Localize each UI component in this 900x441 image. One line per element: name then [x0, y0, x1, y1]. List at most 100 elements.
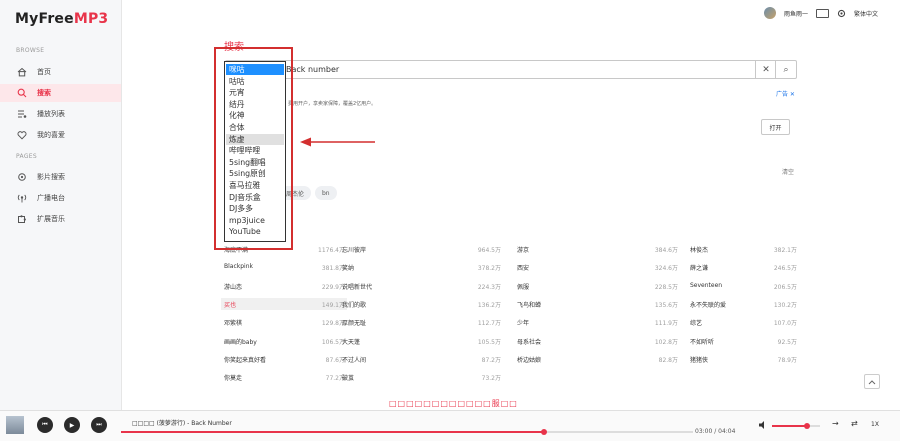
ranking-item-name: 厚颜无耻	[342, 320, 367, 328]
username[interactable]: 雨鱼雨一	[784, 9, 808, 18]
ranking-item[interactable]: 飞鸟和蝉 135.6万	[514, 298, 680, 310]
source-option[interactable]: YouTube	[226, 226, 284, 237]
ranking-item[interactable]: 邓紫棋 129.8万	[221, 316, 347, 328]
sidebar-item-favorites[interactable]: 我的喜爱	[0, 126, 121, 144]
ranking-item-count: 378.2万	[477, 265, 501, 273]
source-option[interactable]: mp3juice	[226, 215, 284, 226]
play-icon: ▶	[69, 421, 75, 429]
playlist-icon	[18, 110, 27, 118]
marquee-text: □□□□□□□□□□□□服□□	[389, 399, 518, 408]
source-option[interactable]: 结丹	[226, 99, 284, 110]
ranking-item-name: 邓紫棋	[224, 320, 243, 328]
volume-icon[interactable]	[758, 420, 768, 430]
play-order-icon[interactable]: →	[832, 419, 839, 428]
ranking-item[interactable]: 母系社会 102.8万	[514, 335, 680, 347]
previous-button[interactable]: ⏮	[37, 417, 53, 433]
settings-gear-icon[interactable]	[837, 9, 846, 18]
ranking-item[interactable]: 我们的歌 136.2万	[339, 298, 503, 310]
ranking-item[interactable]: 忘川彼岸 964.5万	[339, 243, 503, 255]
ranking-item[interactable]: 西安 324.6万	[514, 261, 680, 273]
ranking-item[interactable]: 佩服 228.5万	[514, 280, 680, 292]
source-option[interactable]: 化神	[226, 110, 284, 121]
sidebar-item-label: 我的喜爱	[37, 131, 65, 139]
ranking-item[interactable]: 游京 384.6万	[514, 243, 680, 255]
ranking-item[interactable]: 破茧 73.2万	[339, 371, 503, 383]
ranking-item[interactable]: 猪猪侠 78.9万	[687, 353, 799, 365]
ranking-item[interactable]: 厚颜无耻 112.7万	[339, 316, 503, 328]
ranking-item[interactable]: 买也 149.1万	[221, 297, 347, 310]
now-playing-title: □□□□ (菠萝游行) - Back Number	[132, 420, 232, 427]
ranking-item[interactable]: 你笑起来真好看 87.6万	[221, 353, 347, 365]
ranking-item[interactable]: 你莫走 77.2万	[221, 371, 347, 383]
playback-speed[interactable]: 1X	[871, 421, 879, 428]
ranking-item[interactable]: 不如听听 92.5万	[687, 335, 799, 347]
ranking-item[interactable]: 永不失联的爱 130.2万	[687, 298, 799, 310]
clear-search-button[interactable]: ✕	[755, 61, 776, 78]
ranking-item[interactable]: 海底不满 1176.4万	[221, 243, 347, 255]
ranking-item[interactable]: 少年 111.9万	[514, 316, 680, 328]
ranking-item[interactable]: 综艺 107.0万	[687, 316, 799, 328]
source-option[interactable]: 合体	[226, 122, 284, 133]
ranking-item-name: 买也	[224, 301, 237, 309]
ranking-item[interactable]: 桥边姑娘 82.8万	[514, 353, 680, 365]
ranking-item-count: 92.5万	[777, 338, 797, 346]
progress-bar[interactable]	[121, 429, 693, 435]
source-option[interactable]: 咪咕	[226, 64, 284, 76]
ranking-item[interactable]: 笑纳 378.2万	[339, 261, 503, 273]
ranking-item[interactable]: 不过人间 87.2万	[339, 353, 503, 365]
ranking-item-count: 73.2万	[481, 375, 501, 383]
ranking-item-count: 82.8万	[658, 356, 678, 364]
source-option[interactable]: 炼虚	[226, 133, 284, 145]
next-button[interactable]: ⏭	[91, 417, 107, 433]
sidebar-item-radio[interactable]: 广播电台	[0, 189, 121, 207]
ranking-item[interactable]: 林俊杰 382.1万	[687, 243, 799, 255]
search-input[interactable]	[286, 65, 686, 74]
loop-icon[interactable]: ⇄	[851, 419, 858, 428]
source-option[interactable]: DJ多多	[226, 203, 284, 214]
source-option[interactable]: DJ音乐盒	[226, 192, 284, 203]
history-tag[interactable]: bn	[315, 186, 337, 200]
search-button[interactable]: ⌕	[775, 61, 796, 78]
top-bar: 雨鱼雨一 繁体中文	[763, 6, 878, 20]
ranking-item-name: 母系社会	[517, 338, 542, 346]
ranking-item-name: 西安	[517, 265, 530, 273]
ranking-item[interactable]: 游山恋 229.9万	[221, 280, 347, 292]
keyboard-icon[interactable]	[815, 8, 829, 18]
ranking-item[interactable]: 薛之谦 246.5万	[687, 261, 799, 273]
ranking-item[interactable]: Blackpink 381.8万	[221, 261, 347, 273]
source-option[interactable]: 哔哩哔哩	[226, 145, 284, 156]
clear-history-link[interactable]: 清空	[782, 167, 794, 176]
source-select-dropdown[interactable]: 咪咕 咕咕 元宵 结丹 化神 合体 炼虚 哔哩哔哩 5sing翻唱 5sing原创 喜马拉雅 DJ音乐…	[224, 61, 286, 242]
volume-slider[interactable]	[772, 423, 820, 429]
ranking-item[interactable]: 说唱新世代 224.3万	[339, 280, 503, 292]
volume-handle[interactable]	[803, 423, 810, 429]
source-option[interactable]: 5sing原创	[226, 168, 284, 179]
ranking-item[interactable]: 大天蓬 105.5万	[339, 335, 503, 347]
source-option[interactable]: 元宵	[226, 87, 284, 98]
album-cover[interactable]	[6, 416, 24, 434]
ranking-item[interactable]: Seventeen 206.5万	[687, 280, 799, 292]
sidebar-item-extension[interactable]: 扩展音乐	[0, 210, 121, 228]
ranking-item-name: 薛之谦	[690, 265, 709, 273]
ranking-item[interactable]: 画画的baby 106.5万	[221, 335, 347, 347]
app-logo[interactable]: MyFreeMP3	[15, 11, 108, 27]
gear-icon	[18, 173, 26, 181]
sidebar-item-search[interactable]: 搜索	[0, 84, 121, 102]
sidebar-item-home[interactable]: 首页	[0, 63, 121, 81]
ad-open-button[interactable]: 打开	[761, 119, 790, 135]
sidebar-item-video-search[interactable]: 影片搜索	[0, 168, 121, 186]
source-option[interactable]: 喜马拉雅	[226, 180, 284, 191]
ad-text[interactable]: 费用开户，享卖家保障，覆盖2亿用户。	[288, 100, 376, 107]
sidebar-item-playlist[interactable]: 播放列表	[0, 105, 121, 123]
sidebar-item-label: 播放列表	[37, 110, 65, 118]
ad-close-tag[interactable]: 广告 ✕	[776, 89, 795, 98]
progress-handle[interactable]	[541, 429, 548, 435]
source-option[interactable]: 咕咕	[226, 76, 284, 87]
scroll-to-top-button[interactable]	[864, 374, 880, 389]
progress-fill	[121, 431, 545, 433]
language-switch[interactable]: 繁体中文	[854, 9, 878, 18]
source-option[interactable]: 5sing翻唱	[226, 157, 284, 168]
avatar[interactable]	[763, 7, 776, 19]
ranking-item-name: 永不失联的爱	[690, 301, 727, 309]
play-button[interactable]: ▶	[64, 417, 80, 433]
